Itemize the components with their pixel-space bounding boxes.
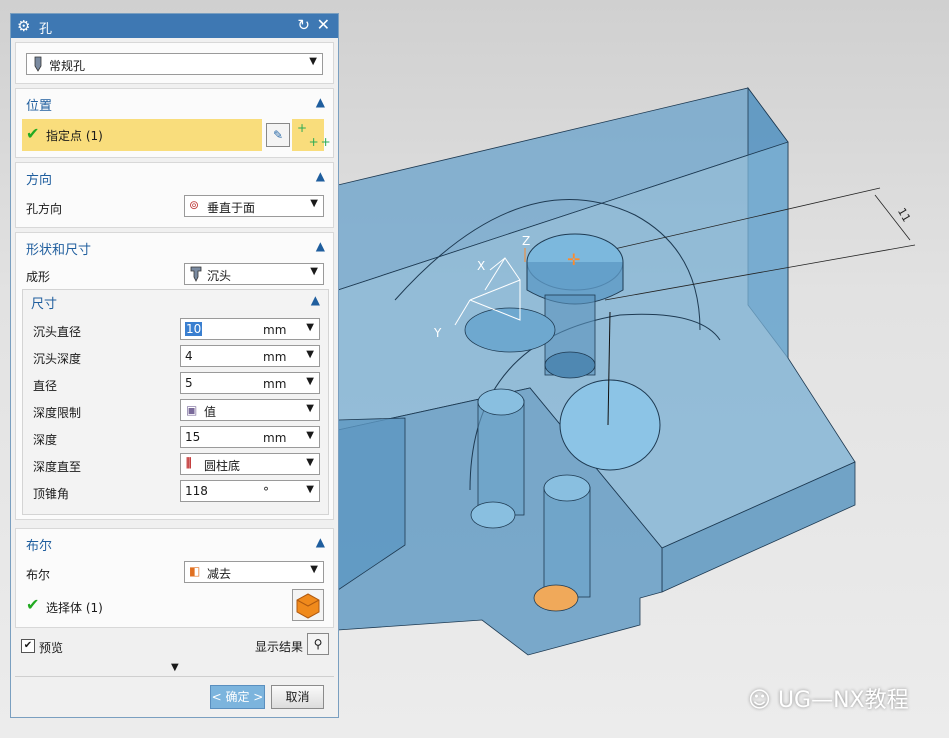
pin-hole-1 — [477, 399, 525, 516]
collapse-icon[interactable]: ▲ — [311, 293, 320, 307]
hole-dialog: ⚙ 孔 ↻ ✕ 常规孔 ▼ 位置 ▲ ✔ 指定点 (1) ✎ + ++ 方向 ▲… — [10, 13, 339, 718]
depth-limit-select[interactable]: ▣ 值 ▼ — [180, 399, 320, 421]
hole-type-icon — [34, 56, 42, 72]
chevron-down-icon[interactable]: ▼ — [306, 484, 314, 495]
axis-y-label: Y — [433, 326, 442, 340]
form-select[interactable]: 沉头 ▼ — [184, 263, 324, 285]
sketch-icon: ✎ — [272, 128, 284, 142]
position-section-title[interactable]: 位置 — [26, 95, 52, 114]
dialog-titlebar: ⚙ 孔 ↻ ✕ — [11, 14, 338, 38]
cylinder-bottom-icon: ⫼ — [186, 456, 192, 470]
footer-divider — [15, 676, 334, 677]
select-body-button[interactable] — [292, 589, 324, 621]
reset-icon[interactable]: ↻ — [297, 16, 310, 34]
dim-label-6: 顶锥角 — [33, 487, 70, 501]
ok-button[interactable]: < 确定 > — [210, 685, 265, 709]
form-label: 成形 — [26, 270, 51, 284]
dimensions-section-title[interactable]: 尺寸 — [31, 293, 57, 312]
wechat-icon: ☺ — [748, 688, 778, 713]
boolean-label: 布尔 — [26, 568, 51, 582]
value-icon: ▣ — [186, 403, 198, 417]
subtract-icon: ◧ — [189, 564, 201, 578]
tip-angle-field[interactable]: 118 ° ▼ — [180, 480, 320, 502]
check-icon: ✔ — [26, 124, 40, 143]
pin-hole-1-bottom — [470, 501, 516, 529]
hole-direction-label: 孔方向 — [26, 202, 63, 216]
normal-to-face-icon: ⊚ — [189, 198, 200, 212]
boolean-panel: 布尔 ▲ 布尔 ◧ 减去 ▼ ✔ 选择体 (1) — [15, 528, 334, 628]
type-panel: 常规孔 ▼ — [15, 42, 334, 84]
show-result-button[interactable]: ⚲ — [307, 633, 329, 655]
show-result-label: 显示结果 — [255, 640, 304, 654]
hole-type-select[interactable]: 常规孔 ▼ — [26, 53, 323, 75]
depth-field[interactable]: 15 mm ▼ — [180, 426, 320, 448]
preview-label: 预览 — [39, 641, 64, 655]
chevron-down-icon[interactable]: ▼ — [306, 322, 314, 333]
collapse-icon[interactable]: ▲ — [316, 535, 325, 549]
chevron-down-icon: ▼ — [310, 198, 318, 209]
sketch-section-button[interactable]: ✎ — [266, 123, 290, 147]
solid-body-icon — [296, 593, 320, 619]
close-icon[interactable]: ✕ — [317, 15, 330, 34]
collapse-icon[interactable]: ▲ — [316, 169, 325, 183]
dialog-title: 孔 — [39, 22, 53, 37]
check-icon: ✔ — [26, 595, 40, 614]
form-section-title[interactable]: 形状和尺寸 — [26, 239, 91, 258]
counterbore-diameter-field[interactable]: 10 mm ▼ — [180, 318, 320, 340]
gear-icon: ⚙ — [17, 17, 31, 35]
pin-hole-2 — [543, 486, 591, 598]
chevron-down-icon: ▼ — [306, 403, 314, 414]
pin-hole-2-bottom — [533, 584, 579, 612]
pin-hole-2-top — [543, 474, 591, 502]
specify-point-label: 指定点 (1) — [46, 129, 103, 143]
dim-label-5: 深度直至 — [33, 460, 82, 474]
dimensions-subpanel: 尺寸 ▲ 沉头直径 10 mm ▼ 沉头深度 4 mm ▼ 直径 5 mm ▼ … — [22, 289, 329, 515]
hole-bottom — [544, 351, 596, 379]
position-panel: 位置 ▲ ✔ 指定点 (1) ✎ + ++ — [15, 88, 334, 158]
counterbore-depth-field[interactable]: 4 mm ▼ — [180, 345, 320, 367]
preview-row: ✔ 预览 显示结果 ⚲ — [15, 632, 334, 662]
preview-checkbox[interactable]: ✔ — [21, 639, 35, 653]
cancel-button[interactable]: 取消 — [271, 685, 324, 709]
dim-label-4: 深度 — [33, 433, 58, 447]
hole-point-marker[interactable]: ✛ — [567, 250, 580, 269]
boolean-select[interactable]: ◧ 减去 ▼ — [184, 561, 324, 583]
chevron-down-icon: ▼ — [310, 564, 318, 575]
large-hole — [559, 379, 661, 471]
boolean-section-title[interactable]: 布尔 — [26, 535, 52, 554]
select-body-label[interactable]: 选择体 (1) — [46, 599, 103, 616]
chevron-down-icon: ▼ — [306, 457, 314, 468]
diameter-field[interactable]: 5 mm ▼ — [180, 372, 320, 394]
form-panel: 形状和尺寸 ▲ 成形 沉头 ▼ 尺寸 ▲ 沉头直径 10 mm ▼ 沉头深度 4… — [15, 232, 334, 520]
direction-section-title[interactable]: 方向 — [26, 169, 52, 188]
depth-to-select[interactable]: ⫼ 圆柱底 ▼ — [180, 453, 320, 475]
chevron-down-icon[interactable]: ▼ — [306, 349, 314, 360]
specify-point-row[interactable]: ✔ 指定点 (1) — [22, 119, 262, 151]
magnifier-icon: ⚲ — [313, 637, 323, 651]
expand-more-icon[interactable]: ▼ — [171, 662, 179, 673]
dim-label-1: 沉头深度 — [33, 352, 82, 366]
dimension-value: 11 — [895, 206, 913, 225]
chevron-down-icon: ▼ — [310, 266, 318, 277]
left-counterbore — [464, 307, 556, 353]
chevron-down-icon[interactable]: ▼ — [306, 376, 314, 387]
axis-x-label: X — [477, 259, 485, 273]
hole-direction-select[interactable]: ⊚ 垂直于面 ▼ — [184, 195, 324, 217]
watermark: ☺ UG—NX教程 — [748, 688, 909, 713]
axis-z-label: Z — [522, 234, 530, 248]
pin-hole-1-top — [477, 388, 525, 416]
chevron-down-icon: ▼ — [309, 56, 317, 67]
collapse-icon[interactable]: ▲ — [316, 95, 325, 109]
collapse-icon[interactable]: ▲ — [316, 239, 325, 253]
dim-label-2: 直径 — [33, 379, 58, 393]
chevron-down-icon[interactable]: ▼ — [306, 430, 314, 441]
point-dialog-button[interactable]: + ++ — [292, 119, 331, 151]
direction-panel: 方向 ▲ 孔方向 ⊚ 垂直于面 ▼ — [15, 162, 334, 228]
dim-label-0: 沉头直径 — [33, 325, 82, 339]
points-icon: + ++ — [297, 121, 333, 149]
dim-label-3: 深度限制 — [33, 406, 82, 420]
counterbore-icon — [190, 266, 202, 282]
